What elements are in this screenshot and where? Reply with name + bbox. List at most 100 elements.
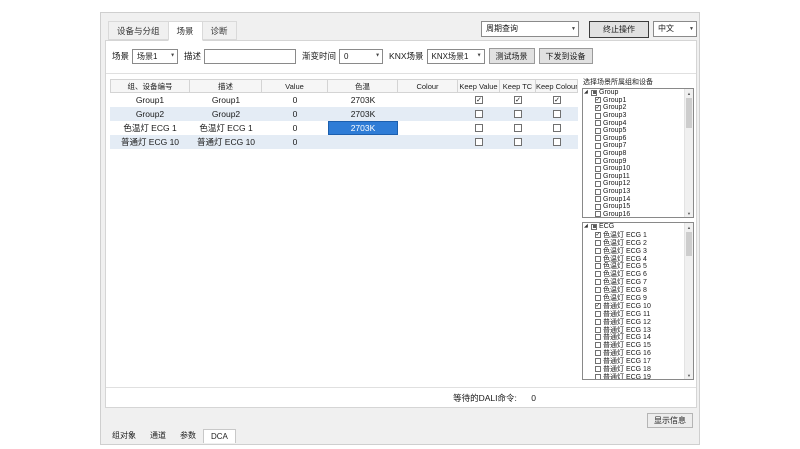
tab-channels[interactable]: 通道 — [143, 429, 173, 443]
scroll-up-icon[interactable]: ▲ — [685, 223, 693, 231]
scroll-down-icon[interactable]: ▼ — [685, 209, 693, 217]
scrollbar-thumb[interactable] — [686, 232, 692, 256]
checkbox[interactable] — [595, 256, 601, 262]
checkbox[interactable] — [595, 279, 601, 285]
checkbox[interactable]: ✓ — [514, 96, 522, 104]
checkbox[interactable] — [595, 120, 601, 126]
tree-item[interactable]: Group16 — [584, 211, 684, 218]
checkbox[interactable] — [595, 350, 601, 356]
tree-item[interactable]: ✓Group2 — [584, 104, 684, 112]
checkbox[interactable] — [595, 128, 601, 134]
desc-cell[interactable]: 普通灯 ECG 10 — [190, 135, 262, 149]
tc-cell[interactable]: 2703K — [328, 93, 398, 107]
checkbox[interactable] — [591, 224, 597, 230]
tree-item[interactable]: Group6 — [584, 135, 684, 143]
tab-devices-grouping[interactable]: 设备与分组 — [108, 21, 169, 40]
checkbox[interactable] — [595, 196, 601, 202]
checkbox[interactable] — [591, 90, 597, 96]
value-cell[interactable]: 0 — [262, 107, 328, 121]
table-row[interactable]: Group2Group202703K — [110, 107, 578, 121]
tree-item[interactable]: Group10 — [584, 165, 684, 173]
tree-item[interactable]: Group15 — [584, 203, 684, 211]
tree-item[interactable]: Group8 — [584, 150, 684, 158]
checkbox[interactable] — [595, 374, 601, 379]
checkbox[interactable] — [595, 311, 601, 317]
colour-cell[interactable] — [398, 107, 458, 121]
table-row[interactable]: 色温灯 ECG 1色温灯 ECG 102703K — [110, 121, 578, 135]
checkbox[interactable] — [595, 319, 601, 325]
stop-operation-button[interactable]: 终止操作 — [589, 21, 649, 38]
checkbox[interactable] — [595, 327, 601, 333]
scroll-up-icon[interactable]: ▲ — [685, 89, 693, 97]
checkbox[interactable] — [595, 211, 601, 217]
checkbox[interactable] — [595, 366, 601, 372]
language-dropdown[interactable]: 中文 ▼ — [653, 21, 697, 37]
checkbox[interactable] — [514, 124, 522, 132]
tree-root-item[interactable]: ◢Group — [584, 89, 684, 97]
ecg-scrollbar[interactable]: ▲ ▼ — [684, 223, 693, 379]
desc-cell[interactable]: Group2 — [190, 107, 262, 121]
checkbox[interactable]: ✓ — [595, 97, 601, 103]
checkbox[interactable] — [595, 358, 601, 364]
checkbox[interactable]: ✓ — [595, 105, 601, 111]
tc-cell[interactable]: 2703K — [328, 107, 398, 121]
colour-cell[interactable] — [398, 135, 458, 149]
tab-scene[interactable]: 场景 — [168, 21, 203, 41]
fade-time-select[interactable]: 0 ▼ — [339, 49, 383, 64]
expander-icon[interactable]: ◢ — [584, 224, 591, 229]
tree-item[interactable]: Group3 — [584, 112, 684, 120]
desc-cell[interactable]: 色温灯 ECG 1 — [190, 121, 262, 135]
checkbox[interactable] — [475, 124, 483, 132]
checkbox[interactable] — [595, 143, 601, 149]
table-row[interactable]: 普通灯 ECG 10普通灯 ECG 100 — [110, 135, 578, 149]
checkbox[interactable] — [595, 113, 601, 119]
tree-item[interactable]: Group9 — [584, 157, 684, 165]
checkbox[interactable] — [514, 110, 522, 118]
tc-cell[interactable] — [328, 135, 398, 149]
value-cell[interactable]: 0 — [262, 135, 328, 149]
tree-item[interactable]: Group4 — [584, 119, 684, 127]
scroll-down-icon[interactable]: ▼ — [685, 371, 693, 379]
checkbox[interactable] — [595, 189, 601, 195]
tree-item[interactable]: Group14 — [584, 195, 684, 203]
cycle-query-dropdown[interactable]: 周期查询 ▼ — [481, 21, 579, 37]
tree-item[interactable]: Group12 — [584, 180, 684, 188]
checkbox[interactable] — [595, 295, 601, 301]
value-cell[interactable]: 0 — [262, 93, 328, 107]
table-row[interactable]: Group1Group102703K✓✓✓ — [110, 93, 578, 107]
checkbox[interactable] — [595, 334, 601, 340]
checkbox[interactable] — [595, 240, 601, 246]
checkbox[interactable]: ✓ — [595, 303, 601, 309]
checkbox[interactable] — [595, 263, 601, 269]
show-info-button[interactable]: 显示信息 — [647, 413, 693, 428]
checkbox[interactable]: ✓ — [475, 96, 483, 104]
checkbox[interactable] — [595, 248, 601, 254]
checkbox[interactable] — [553, 138, 561, 146]
checkbox[interactable] — [595, 166, 601, 172]
checkbox[interactable] — [595, 158, 601, 164]
tab-dca[interactable]: DCA — [203, 429, 236, 443]
device-cell[interactable]: Group2 — [110, 107, 190, 121]
checkbox[interactable] — [595, 204, 601, 210]
value-cell[interactable]: 0 — [262, 121, 328, 135]
tree-item[interactable]: Group11 — [584, 173, 684, 181]
checkbox[interactable] — [595, 173, 601, 179]
checkbox[interactable] — [595, 151, 601, 157]
checkbox[interactable] — [553, 124, 561, 132]
checkbox[interactable] — [595, 181, 601, 187]
tab-group-objects[interactable]: 组对象 — [105, 429, 143, 443]
device-cell[interactable]: 色温灯 ECG 1 — [110, 121, 190, 135]
tree-item[interactable]: ✓Group1 — [584, 97, 684, 105]
test-scene-button[interactable]: 测试场景 — [489, 48, 535, 64]
checkbox[interactable] — [595, 135, 601, 141]
checkbox[interactable] — [595, 342, 601, 348]
checkbox[interactable] — [553, 110, 561, 118]
colour-cell[interactable] — [398, 93, 458, 107]
checkbox[interactable] — [595, 271, 601, 277]
tree-item[interactable]: Group13 — [584, 188, 684, 196]
tc-cell[interactable]: 2703K — [328, 121, 398, 135]
download-to-device-button[interactable]: 下发到设备 — [539, 48, 593, 64]
desc-cell[interactable]: Group1 — [190, 93, 262, 107]
checkbox[interactable] — [514, 138, 522, 146]
scrollbar-thumb[interactable] — [686, 98, 692, 128]
